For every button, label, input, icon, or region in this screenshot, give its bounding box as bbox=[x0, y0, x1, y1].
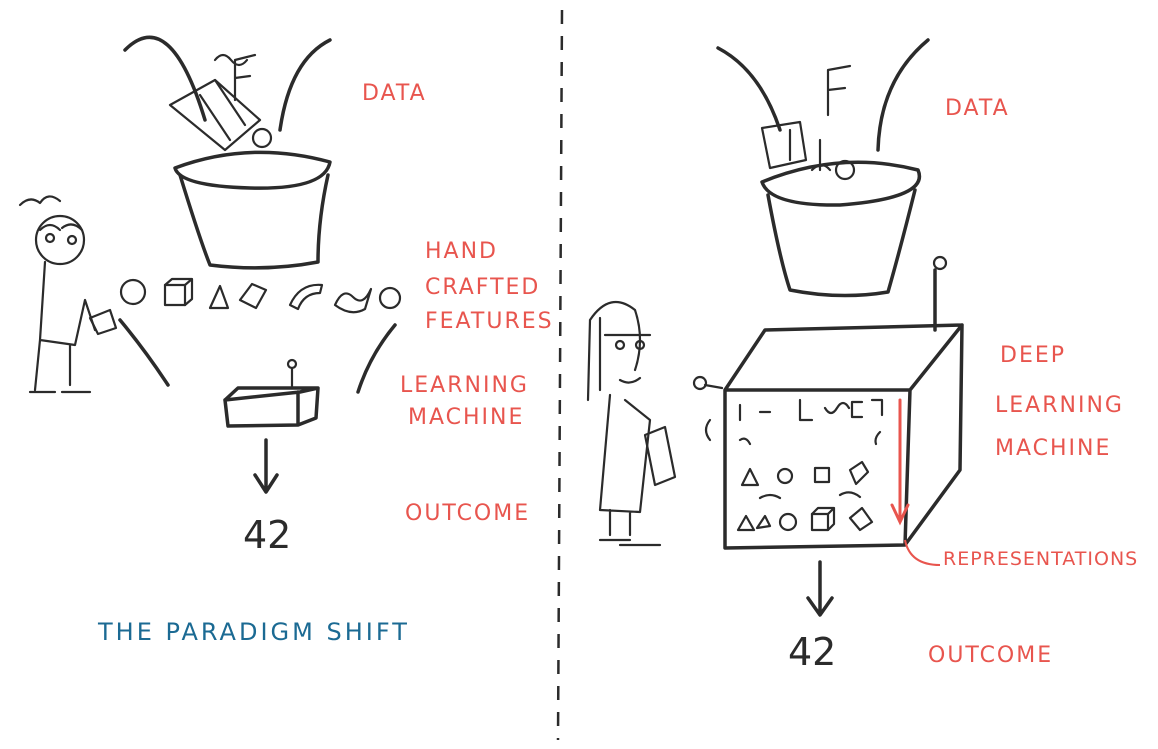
svg-text:HAND: HAND bbox=[425, 239, 498, 264]
diagram-canvas: 42 DATA HAND CRAFTED FEATURES LEARNING M… bbox=[18, 9, 1138, 741]
learning-machine-box bbox=[223, 358, 320, 428]
left-outcome-value: 42 bbox=[243, 513, 291, 557]
left-outcome-arrow bbox=[253, 438, 279, 494]
svg-text:LEARNING: LEARNING bbox=[400, 373, 529, 398]
deep-learning-machine-cube bbox=[692, 255, 964, 550]
representations-label: REPRESENTATIONS bbox=[943, 548, 1138, 570]
svg-text:LEARNING: LEARNING bbox=[995, 393, 1124, 418]
paradigm-shift-diagram: 42 DATA HAND CRAFTED FEATURES LEARNING M… bbox=[0, 0, 1158, 749]
right-data-label: DATA bbox=[945, 96, 1010, 121]
left-outcome-label: OUTCOME bbox=[405, 501, 530, 526]
left-person-sketch bbox=[18, 195, 118, 394]
svg-text:MACHINE: MACHINE bbox=[995, 436, 1111, 461]
right-outcome-arrow bbox=[806, 560, 834, 617]
right-person-sketch bbox=[586, 300, 677, 547]
left-features-label: HAND CRAFTED FEATURES bbox=[425, 239, 554, 334]
left-data-arcs bbox=[123, 35, 332, 132]
right-data-arcs bbox=[716, 38, 930, 152]
representations-pointer bbox=[904, 539, 941, 566]
left-data-label: DATA bbox=[362, 81, 427, 106]
svg-text:DEEP: DEEP bbox=[1000, 343, 1066, 368]
diagram-title: THE PARADIGM SHIFT bbox=[97, 618, 410, 646]
dashed-divider bbox=[556, 9, 564, 741]
deep-learning-machine-label: DEEP LEARNING MACHINE bbox=[995, 343, 1124, 461]
svg-text:FEATURES: FEATURES bbox=[425, 309, 554, 334]
hand-crafted-feature-shapes bbox=[119, 277, 402, 314]
right-outcome-value: 42 bbox=[788, 630, 836, 674]
learned-representation-shapes bbox=[736, 398, 884, 532]
right-outcome-label: OUTCOME bbox=[928, 643, 1053, 668]
right-funnel bbox=[760, 160, 922, 298]
left-funnel bbox=[173, 150, 332, 270]
left-funnel-guides bbox=[118, 318, 397, 394]
svg-text:CRAFTED: CRAFTED bbox=[425, 275, 540, 300]
left-machine-label: LEARNING MACHINE bbox=[400, 373, 529, 430]
svg-text:MACHINE: MACHINE bbox=[408, 405, 524, 430]
